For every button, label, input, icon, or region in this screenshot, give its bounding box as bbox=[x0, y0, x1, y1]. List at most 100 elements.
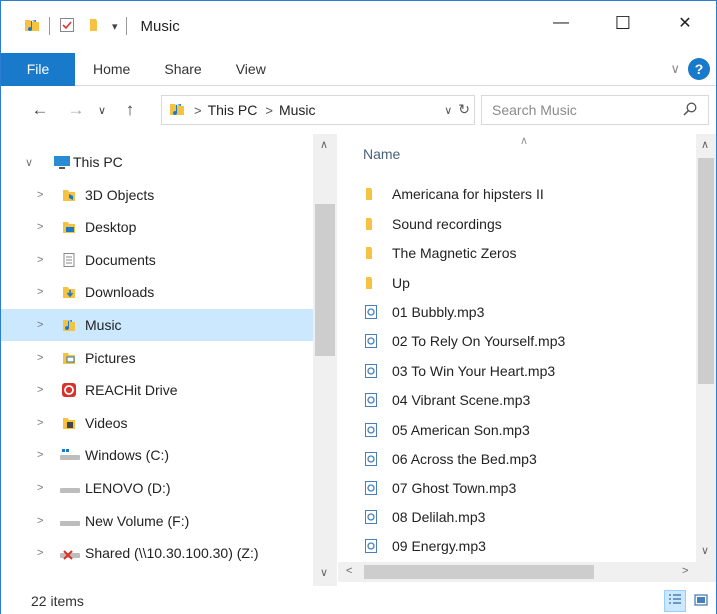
file-name: 04 Vibrant Scene.mp3 bbox=[392, 391, 531, 408]
breadcrumb-music[interactable]: Music bbox=[279, 102, 316, 118]
list-item[interactable]: 06 Across the Bed.mp3 bbox=[363, 444, 537, 473]
expand-chevron-icon[interactable]: > bbox=[37, 384, 43, 396]
downloads-icon bbox=[61, 284, 77, 300]
expand-chevron-icon[interactable]: > bbox=[37, 352, 43, 364]
back-arrow-icon[interactable]: ← bbox=[27, 100, 53, 120]
column-header-name[interactable]: Name bbox=[363, 146, 400, 162]
expand-chevron-icon[interactable]: > bbox=[37, 189, 43, 201]
nav-item-documents[interactable]: > Documents bbox=[1, 244, 313, 276]
mp3-file-icon bbox=[363, 480, 379, 496]
up-arrow-icon[interactable]: ↑ bbox=[117, 100, 143, 120]
folder-icon bbox=[363, 216, 379, 232]
list-item[interactable]: 01 Bubbly.mp3 bbox=[363, 297, 484, 326]
refresh-icon[interactable]: ↻ bbox=[458, 101, 470, 118]
expand-chevron-icon[interactable]: > bbox=[37, 547, 43, 559]
scroll-down-arrow-icon[interactable]: ∨ bbox=[320, 566, 328, 579]
breadcrumb-this-pc[interactable]: This PC bbox=[208, 102, 258, 118]
address-history-chevron-icon[interactable]: ∨ bbox=[444, 104, 452, 118]
mp3-file-icon bbox=[363, 363, 379, 379]
file-name: The Magnetic Zeros bbox=[392, 244, 517, 261]
expand-chevron-icon[interactable]: > bbox=[37, 515, 43, 527]
close-button[interactable]: ✕ bbox=[654, 1, 716, 45]
nav-item-this-pc[interactable]: ∨ This PC bbox=[1, 146, 313, 178]
nav-label: New Volume (F:) bbox=[85, 513, 190, 529]
mp3-file-icon bbox=[363, 333, 379, 349]
list-item[interactable]: Sound recordings bbox=[363, 209, 502, 238]
large-icons-view-button[interactable] bbox=[690, 590, 712, 612]
list-item[interactable]: 03 To Win Your Heart.mp3 bbox=[363, 356, 555, 385]
nav-item-reachit-drive[interactable]: > REACHit Drive bbox=[1, 374, 313, 406]
properties-icon[interactable] bbox=[58, 16, 76, 37]
tab-home[interactable]: Home bbox=[75, 61, 147, 77]
mp3-file-icon bbox=[363, 451, 379, 467]
scroll-down-arrow-icon[interactable]: ∨ bbox=[701, 544, 709, 557]
minimize-button[interactable]: — bbox=[530, 1, 592, 45]
list-item[interactable]: 08 Delilah.mp3 bbox=[363, 502, 485, 531]
expand-chevron-icon[interactable]: > bbox=[37, 319, 43, 331]
search-input[interactable]: Search Music bbox=[481, 95, 709, 125]
expand-chevron-icon[interactable]: > bbox=[37, 221, 43, 233]
customize-quick-access-dropdown[interactable]: ▾ bbox=[112, 20, 118, 33]
nav-item-pictures[interactable]: > Pictures bbox=[1, 342, 313, 374]
title-bar: ▾ Music — ☐ ✕ bbox=[1, 1, 716, 51]
file-name: 06 Across the Bed.mp3 bbox=[392, 450, 537, 467]
nav-label: 3D Objects bbox=[85, 187, 155, 203]
list-item[interactable]: Up bbox=[363, 268, 410, 297]
breadcrumb-separator[interactable]: > bbox=[194, 103, 202, 118]
scrollbar-thumb[interactable] bbox=[315, 204, 335, 356]
file-name: Up bbox=[392, 274, 410, 291]
help-icon[interactable]: ? bbox=[688, 58, 710, 80]
list-item[interactable]: Americana for hipsters II bbox=[363, 179, 544, 208]
list-item[interactable]: 02 To Rely On Yourself.mp3 bbox=[363, 326, 565, 355]
expand-chevron-icon[interactable]: > bbox=[37, 417, 43, 429]
nav-item-downloads[interactable]: > Downloads bbox=[1, 276, 313, 308]
mp3-file-icon bbox=[363, 509, 379, 525]
mp3-file-icon bbox=[363, 392, 379, 408]
file-list-horizontal-scrollbar[interactable]: < > bbox=[338, 562, 716, 582]
collapse-chevron-icon[interactable]: ∨ bbox=[25, 156, 33, 169]
forward-arrow-icon[interactable]: → bbox=[63, 100, 89, 120]
item-count: 22 items bbox=[31, 593, 84, 609]
address-bar[interactable]: > This PC > Music ∨ ↻ bbox=[161, 95, 475, 125]
file-list-vertical-scrollbar[interactable]: ∧ ∨ bbox=[696, 134, 716, 562]
expand-chevron-icon[interactable]: > bbox=[37, 449, 43, 461]
list-item[interactable]: 05 American Son.mp3 bbox=[363, 415, 530, 444]
music-icon bbox=[61, 317, 77, 333]
breadcrumb-separator[interactable]: > bbox=[265, 103, 273, 118]
nav-item-videos[interactable]: > Videos bbox=[1, 407, 313, 439]
list-item[interactable]: 07 Ghost Town.mp3 bbox=[363, 473, 516, 502]
search-icon[interactable] bbox=[682, 101, 698, 120]
scroll-up-arrow-icon[interactable]: ∧ bbox=[701, 138, 709, 151]
tab-file[interactable]: File bbox=[1, 52, 75, 86]
maximize-button[interactable]: ☐ bbox=[592, 1, 654, 45]
tab-view[interactable]: View bbox=[219, 61, 283, 77]
nav-item-lenovo-d[interactable]: > LENOVO (D:) bbox=[1, 472, 313, 504]
expand-chevron-icon[interactable]: > bbox=[37, 254, 43, 266]
list-item[interactable]: 04 Vibrant Scene.mp3 bbox=[363, 385, 530, 414]
file-explorer-window: ▾ Music — ☐ ✕ File Home Share View ∨ ? ←… bbox=[0, 0, 717, 614]
recent-locations-chevron-icon[interactable]: ∨ bbox=[95, 104, 109, 117]
nav-item-new-volume-f[interactable]: > New Volume (F:) bbox=[1, 505, 313, 537]
mp3-file-icon bbox=[363, 422, 379, 438]
list-item[interactable]: 09 Energy.mp3 bbox=[363, 531, 486, 560]
nav-item-3d-objects[interactable]: > 3D Objects bbox=[1, 179, 313, 211]
expand-chevron-icon[interactable]: > bbox=[37, 286, 43, 298]
scrollbar-thumb[interactable] bbox=[364, 565, 594, 579]
scroll-left-arrow-icon[interactable]: < bbox=[346, 565, 352, 577]
scroll-right-arrow-icon[interactable]: > bbox=[682, 565, 688, 577]
details-view-button[interactable] bbox=[664, 590, 686, 612]
list-item[interactable]: The Magnetic Zeros bbox=[363, 238, 517, 267]
nav-item-desktop[interactable]: > Desktop bbox=[1, 211, 313, 243]
nav-item-music[interactable]: > Music bbox=[1, 309, 313, 341]
new-folder-icon[interactable] bbox=[86, 16, 104, 37]
nav-item-windows-c[interactable]: > Windows (C:) bbox=[1, 439, 313, 471]
nav-pane-scrollbar[interactable]: ∧ ∨ bbox=[313, 134, 337, 586]
scroll-up-arrow-icon[interactable]: ∧ bbox=[320, 138, 328, 151]
expand-chevron-icon[interactable]: > bbox=[37, 482, 43, 494]
mp3-file-icon bbox=[363, 304, 379, 320]
expand-ribbon-chevron-icon[interactable]: ∨ bbox=[670, 61, 680, 77]
tab-share[interactable]: Share bbox=[147, 61, 218, 77]
nav-item-shared-z[interactable]: > Shared (\\10.30.100.30) (Z:) bbox=[1, 537, 313, 569]
status-bar: 22 items bbox=[1, 587, 716, 614]
scrollbar-thumb[interactable] bbox=[698, 158, 714, 384]
